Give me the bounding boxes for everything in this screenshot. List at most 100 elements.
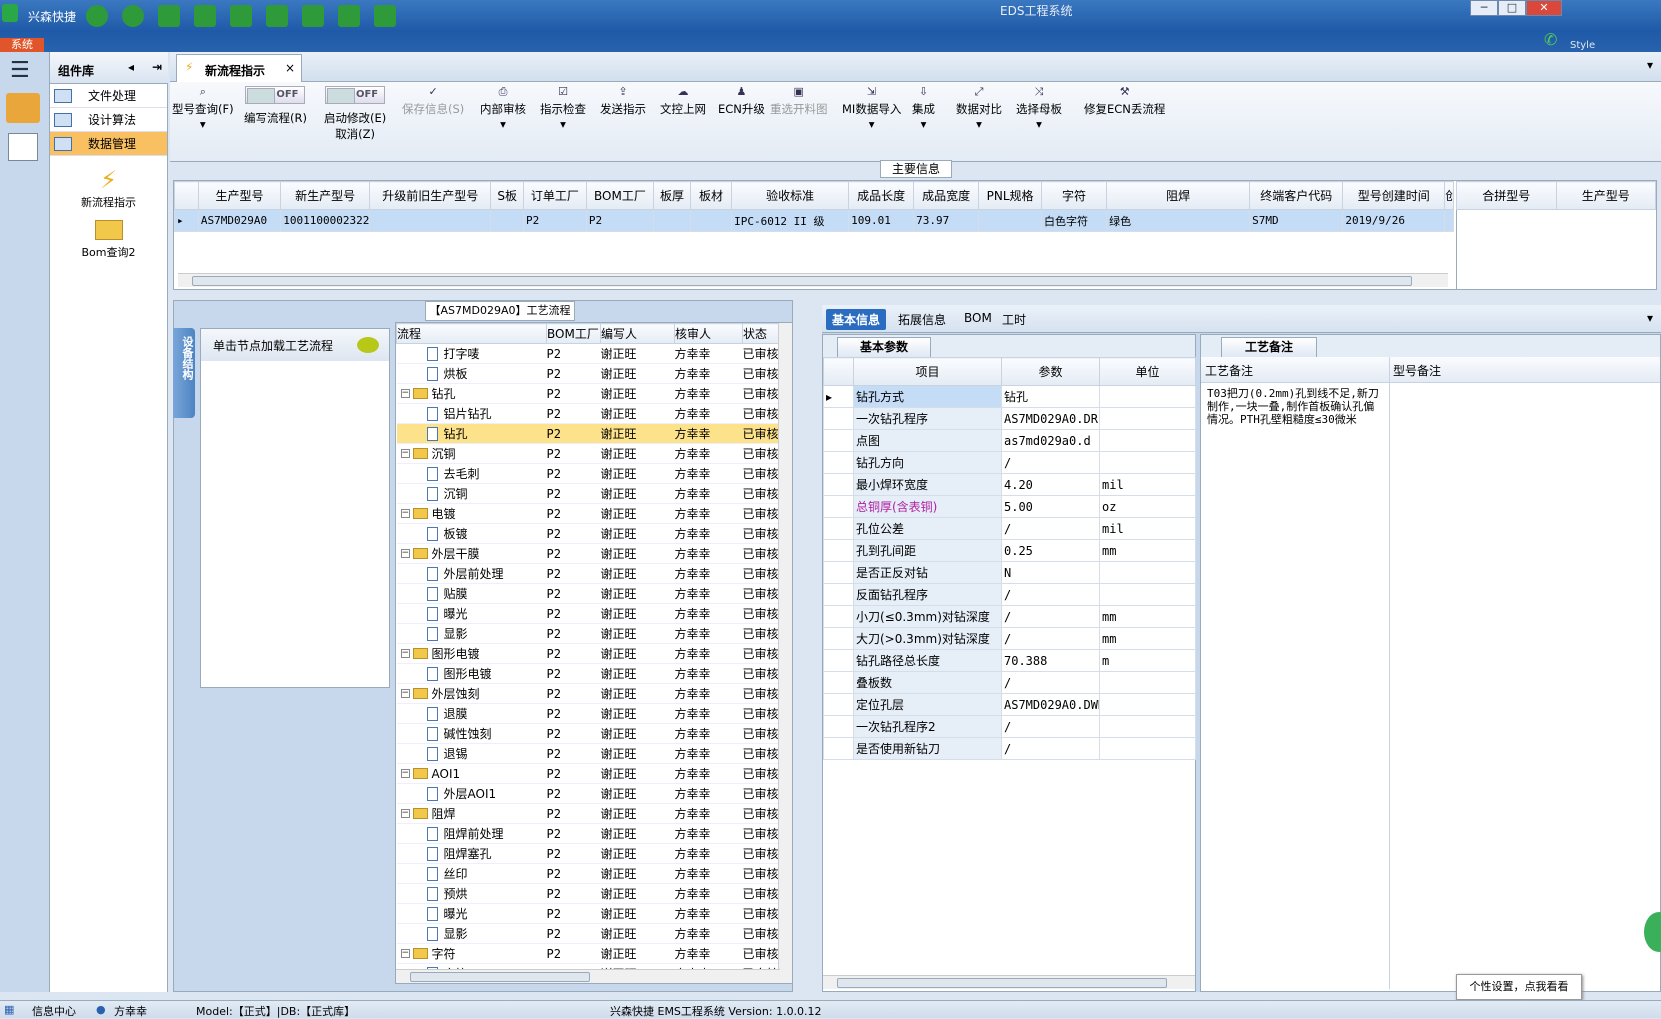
- param-value[interactable]: 0.25: [1001, 539, 1100, 562]
- table-cell[interactable]: 方幸幸: [674, 523, 743, 544]
- tree-node[interactable]: 烘板: [396, 363, 547, 384]
- tree-node[interactable]: 图形电镀: [396, 663, 547, 684]
- table-cell[interactable]: 方幸幸: [674, 943, 743, 964]
- table-icon[interactable]: [158, 5, 180, 27]
- table-cell[interactable]: P2: [546, 803, 601, 824]
- table-cell[interactable]: 谢正旺: [600, 823, 675, 844]
- table-cell[interactable]: P2: [546, 763, 601, 784]
- tool-new-flow[interactable]: ⚡ 新流程指示: [50, 166, 167, 210]
- data-compare-button[interactable]: ⤢ 数据对比 ▾: [956, 86, 1002, 132]
- table-cell[interactable]: 方幸幸: [674, 703, 743, 724]
- tree-node[interactable]: 外层AOI1: [396, 783, 547, 804]
- table-cell[interactable]: 已审核: [742, 863, 781, 884]
- tree-node[interactable]: − 电镀: [396, 503, 547, 524]
- tree-node[interactable]: − 外层干膜: [396, 543, 547, 564]
- tree-node[interactable]: 显影: [396, 923, 547, 944]
- collapse-icon[interactable]: −: [400, 449, 410, 458]
- tree-node[interactable]: 退膜: [396, 703, 547, 724]
- sidebar-item-data-management[interactable]: 数据管理: [50, 132, 167, 156]
- tree-row[interactable]: 预烘 P2 谢正旺 方幸幸 已审核: [396, 883, 781, 904]
- param-unit[interactable]: mm: [1099, 627, 1196, 650]
- param-item[interactable]: 钻孔方式: [853, 385, 1002, 408]
- horizontal-scrollbar[interactable]: [396, 969, 780, 983]
- mi-data-import-button[interactable]: ⇲ MI数据导入 ▾: [842, 86, 901, 132]
- tree-row[interactable]: 显影 P2 谢正旺 方幸幸 已审核: [396, 623, 781, 644]
- tree-node[interactable]: 曝光: [396, 903, 547, 924]
- tree-node[interactable]: 碱性蚀刻: [396, 723, 547, 744]
- tree-node[interactable]: 阻焊塞孔: [396, 843, 547, 864]
- table-cell[interactable]: [1444, 209, 1454, 232]
- horizontal-scrollbar[interactable]: [823, 975, 1195, 989]
- table-cell[interactable]: P2: [546, 623, 601, 644]
- param-row[interactable]: 反面钻孔程序 /: [823, 583, 1196, 606]
- table-cell[interactable]: 已审核: [742, 643, 781, 664]
- tab-extended-info[interactable]: 拓展信息: [892, 309, 952, 330]
- tree-node[interactable]: − AOI1: [396, 763, 547, 784]
- table-cell[interactable]: 谢正旺: [600, 343, 675, 364]
- tab-bom[interactable]: BOM: [958, 309, 998, 327]
- tree-row[interactable]: 沉铜 P2 谢正旺 方幸幸 已审核: [396, 483, 781, 504]
- tree-row[interactable]: − 电镀 P2 谢正旺 方幸幸 已审核: [396, 503, 781, 524]
- table-cell[interactable]: 已审核: [742, 523, 781, 544]
- param-item[interactable]: 总铜厚(含表铜): [853, 495, 1002, 518]
- param-unit[interactable]: mil: [1099, 473, 1196, 496]
- param-item[interactable]: 小刀(≤0.3mm)对钻深度: [853, 605, 1002, 628]
- table-cell[interactable]: 已审核: [742, 723, 781, 744]
- table-cell[interactable]: 谢正旺: [600, 363, 675, 384]
- table-cell[interactable]: [369, 209, 492, 232]
- table-cell[interactable]: P2: [585, 209, 655, 232]
- param-unit[interactable]: mm: [1099, 605, 1196, 628]
- param-item[interactable]: 是否正反对钻: [853, 561, 1002, 584]
- table-cell[interactable]: 已审核: [742, 543, 781, 564]
- table-cell[interactable]: 方幸幸: [674, 803, 743, 824]
- table-cell[interactable]: 方幸幸: [674, 843, 743, 864]
- table-cell[interactable]: 方幸幸: [674, 563, 743, 584]
- table-cell[interactable]: 73.97: [913, 209, 980, 232]
- cancel-button[interactable]: 取消(Z): [324, 126, 386, 142]
- tab-basic-params[interactable]: 基本参数: [837, 337, 931, 357]
- table-cell[interactable]: 谢正旺: [600, 503, 675, 524]
- repair-ecn-flow-button[interactable]: ⚒ 修复ECN丢流程: [1084, 86, 1165, 117]
- table-cell[interactable]: 已审核: [742, 563, 781, 584]
- collapse-icon[interactable]: −: [400, 509, 410, 518]
- table-cell[interactable]: 谢正旺: [600, 903, 675, 924]
- table-cell[interactable]: P2: [546, 703, 601, 724]
- tree-node[interactable]: 终固化: [397, 984, 547, 985]
- param-row[interactable]: 一次钻孔程序 AS7MD029A0.DRL: [823, 407, 1196, 430]
- area-chart-icon[interactable]: [374, 5, 396, 27]
- calculator-icon[interactable]: [8, 133, 38, 161]
- param-unit[interactable]: mil: [1099, 517, 1196, 540]
- type-query-button[interactable]: ⌕ 型号查询(F) ▾: [172, 86, 234, 132]
- tree-node[interactable]: 预烘: [396, 883, 547, 904]
- table-cell[interactable]: 已审核: [742, 823, 781, 844]
- integrate-button[interactable]: ⇩ 集成 ▾: [912, 86, 935, 132]
- column-header[interactable]: 编写人: [600, 323, 675, 344]
- param-value[interactable]: as7md029a0.d: [1001, 429, 1100, 452]
- table-cell[interactable]: 已审核: [742, 463, 781, 484]
- table-cell[interactable]: 方幸幸: [674, 643, 743, 664]
- scroll-thumb[interactable]: [410, 972, 590, 982]
- minimize-button[interactable]: ─: [1470, 0, 1498, 16]
- tree-node[interactable]: − 沉铜: [396, 443, 547, 464]
- table-cell[interactable]: 方幸幸: [674, 343, 743, 364]
- table-row[interactable]: ▸ AS7MD029A0 10011000023222 P2 P2 IPC-60…: [174, 209, 1454, 232]
- param-row[interactable]: 钻孔路径总长度 70.388 m: [823, 649, 1196, 672]
- table-cell[interactable]: 方幸幸: [674, 423, 743, 444]
- table-cell[interactable]: [978, 209, 1043, 232]
- param-unit[interactable]: m: [1099, 649, 1196, 672]
- info-center-link[interactable]: 信息中心: [32, 1003, 76, 1019]
- collapse-icon[interactable]: −: [400, 949, 410, 958]
- table-cell[interactable]: 谢正旺: [600, 703, 675, 724]
- param-value[interactable]: /: [1001, 583, 1100, 606]
- menu-icon[interactable]: ☰: [10, 58, 39, 83]
- column-header[interactable]: 状态: [742, 323, 781, 344]
- tree-row[interactable]: − 阻焊 P2 谢正旺 方幸幸 已审核: [396, 803, 781, 824]
- table-cell[interactable]: P2: [546, 923, 601, 944]
- param-row[interactable]: 是否正反对钻 N: [823, 561, 1196, 584]
- table-cell[interactable]: 已审核: [742, 423, 781, 444]
- table-cell[interactable]: 已审核: [743, 984, 781, 985]
- table-cell[interactable]: 谢正旺: [600, 583, 675, 604]
- param-row[interactable]: 大刀(>0.3mm)对钻深度 / mm: [823, 627, 1196, 650]
- param-unit[interactable]: [1099, 671, 1196, 694]
- tree-row[interactable]: 外层AOI1 P2 谢正旺 方幸幸 已审核: [396, 783, 781, 804]
